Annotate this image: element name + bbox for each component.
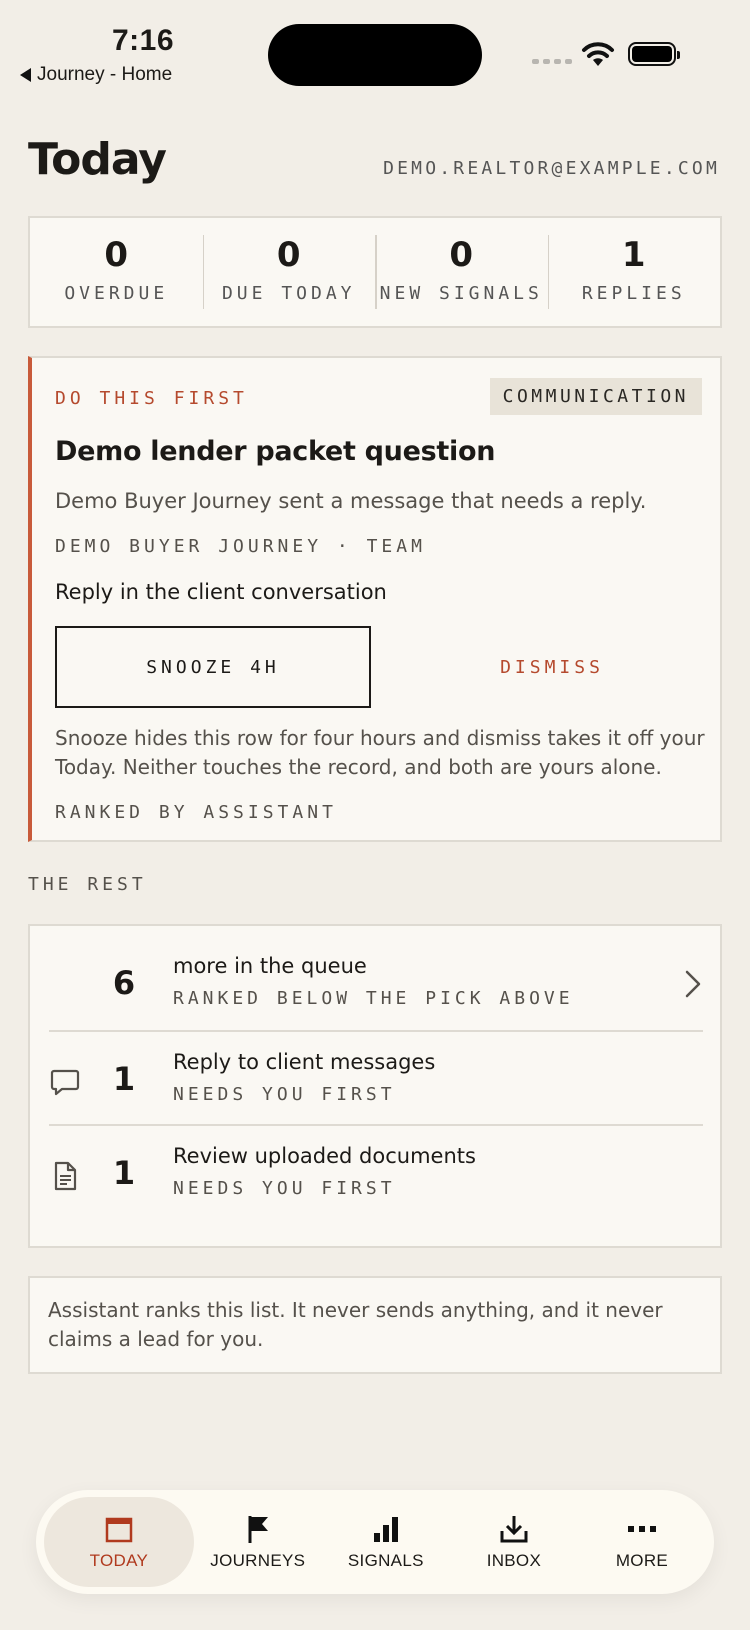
stat-label: DUE TODAY: [221, 283, 356, 304]
tab-label: TODAY: [89, 1551, 149, 1570]
tab-journeys[interactable]: JOURNEYS: [194, 1497, 322, 1587]
list-item-review-documents[interactable]: 1 Review uploaded documents NEEDS YOU FI…: [49, 1124, 703, 1218]
bottom-tab-bar: TODAY JOURNEYS SIGNALS INBOX MORE: [36, 1490, 714, 1594]
category-badge: COMMUNICATION: [489, 378, 702, 415]
wifi-icon: [582, 42, 614, 66]
back-triangle-icon: [20, 68, 31, 82]
stat-label: REPLIES: [581, 283, 686, 304]
tab-inbox[interactable]: INBOX: [450, 1497, 578, 1587]
row-title: Reply to client messages: [173, 1050, 436, 1074]
list-item-queue[interactable]: 6 more in the queue RANKED BELOW THE PIC…: [49, 936, 703, 1030]
page-title: Today: [28, 134, 167, 185]
stat-value: 0: [104, 235, 129, 275]
row-subtitle: NEEDS YOU FIRST: [173, 1178, 396, 1199]
list-item-reply-messages[interactable]: 1 Reply to client messages NEEDS YOU FIR…: [49, 1030, 703, 1124]
status-time: 7:16: [112, 24, 175, 57]
calendar-icon: [105, 1517, 133, 1543]
user-email: DEMO.REALTOR@EXAMPLE.COM: [383, 158, 720, 179]
assistant-footnote: Assistant ranks this list. It never send…: [28, 1276, 722, 1374]
inbox-download-icon: [500, 1516, 528, 1543]
bar-chart-icon: [373, 1517, 398, 1542]
stats-strip: 0 OVERDUE 0 DUE TODAY 0 NEW SIGNALS 1 RE…: [28, 216, 722, 328]
dynamic-island: [268, 24, 482, 86]
stat-value: 0: [449, 235, 474, 275]
stat-label: OVERDUE: [64, 283, 169, 304]
card-title[interactable]: Demo lender packet question: [55, 436, 495, 467]
document-icon: [54, 1161, 77, 1191]
tab-signals[interactable]: SIGNALS: [322, 1497, 450, 1587]
chat-bubble-icon: [50, 1069, 80, 1096]
tab-label: SIGNALS: [347, 1551, 424, 1570]
tab-label: MORE: [615, 1551, 669, 1570]
row-title: more in the queue: [173, 954, 367, 978]
card-action-link[interactable]: Reply in the client conversation: [55, 580, 387, 604]
ranked-by-label: RANKED BY ASSISTANT: [55, 802, 337, 823]
do-this-first-card: DO THIS FIRST COMMUNICATION Demo lender …: [28, 356, 722, 842]
tab-more[interactable]: MORE: [578, 1497, 706, 1587]
tab-label: JOURNEYS: [210, 1551, 306, 1570]
tab-label: INBOX: [486, 1551, 542, 1570]
flag-icon: [248, 1516, 268, 1543]
row-subtitle: RANKED BELOW THE PICK ABOVE: [173, 988, 574, 1009]
row-count: 1: [112, 1154, 136, 1192]
row-subtitle: NEEDS YOU FIRST: [173, 1084, 396, 1105]
card-meta: DEMO BUYER JOURNEY · TEAM: [55, 536, 426, 557]
row-count: 6: [112, 964, 136, 1002]
section-heading-rest: THE REST: [28, 874, 147, 895]
snooze-button[interactable]: SNOOZE 4H: [55, 626, 371, 708]
stat-value: 1: [621, 235, 646, 275]
tab-today[interactable]: TODAY: [44, 1497, 194, 1587]
more-dots-icon: [627, 1526, 656, 1532]
stat-value: 0: [276, 235, 301, 275]
row-count: 1: [112, 1060, 136, 1098]
battery-icon: [628, 42, 680, 66]
rest-list: 6 more in the queue RANKED BELOW THE PIC…: [28, 924, 722, 1248]
stat-replies[interactable]: 1 REPLIES: [547, 235, 721, 309]
card-description: Demo Buyer Journey sent a message that n…: [55, 489, 647, 513]
card-note: Snooze hides this row for four hours and…: [55, 726, 705, 779]
stat-due-today[interactable]: 0 DUE TODAY: [202, 235, 376, 309]
back-to-app-link[interactable]: Journey - Home: [20, 64, 172, 86]
stat-overdue[interactable]: 0 OVERDUE: [30, 235, 203, 309]
card-kicker: DO THIS FIRST: [55, 388, 248, 409]
chevron-right-icon: [685, 970, 701, 998]
dismiss-button[interactable]: DISMISS: [402, 626, 702, 708]
cellular-signal-icon: [532, 59, 572, 64]
stat-new-signals[interactable]: 0 NEW SIGNALS: [375, 235, 548, 309]
back-app-label: Journey - Home: [37, 64, 173, 85]
stat-label: NEW SIGNALS: [379, 283, 543, 304]
row-title: Review uploaded documents: [173, 1144, 476, 1168]
